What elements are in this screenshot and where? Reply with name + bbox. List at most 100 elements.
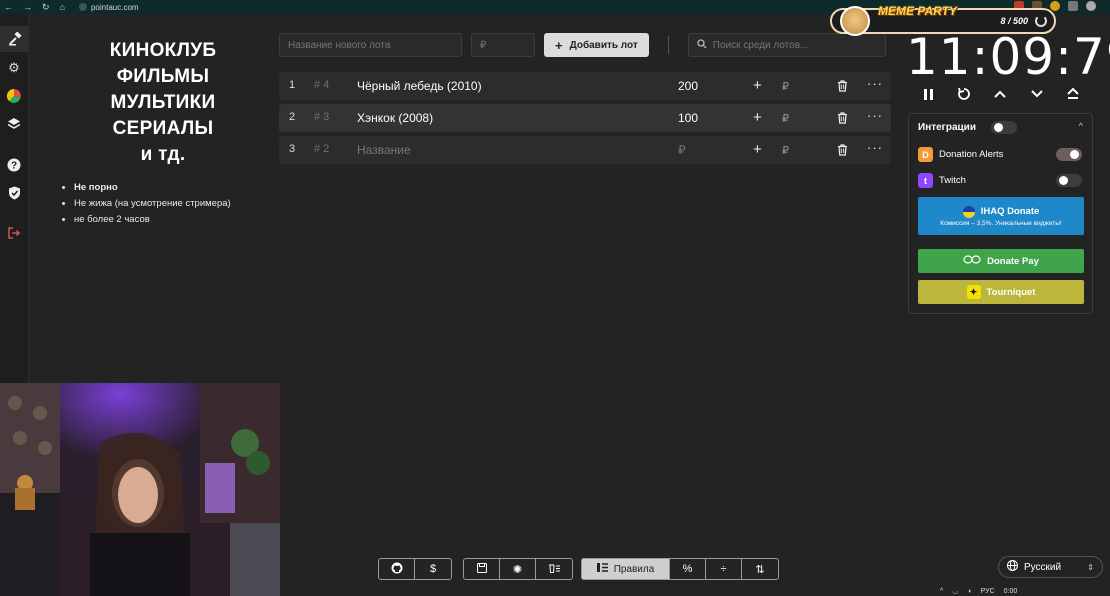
- address-text: pointauc.com: [90, 2, 139, 12]
- help-icon[interactable]: ?: [5, 156, 23, 174]
- new-lot-name-placeholder: Название нового лота: [288, 39, 391, 51]
- forward-icon[interactable]: →: [23, 2, 32, 13]
- new-lot-amount-input[interactable]: ₽: [471, 33, 535, 57]
- lot-row: 2 # 3 Хэнкок (2008) 100 + ₽ ···: [279, 104, 891, 132]
- globe-icon: [1007, 560, 1018, 574]
- tourniquet-button[interactable]: ✦ Tourniquet: [918, 280, 1084, 304]
- divider: [667, 36, 669, 54]
- add-amount-icon[interactable]: +: [753, 77, 762, 94]
- lot-amount[interactable]: 100: [678, 111, 698, 125]
- add-lot-label: Добавить лот: [569, 39, 638, 51]
- chevron-up-icon[interactable]: [992, 86, 1008, 102]
- add-lot-button[interactable]: + Добавить лот: [544, 33, 649, 57]
- language-select[interactable]: Русский ⇕: [998, 556, 1103, 578]
- pause-icon[interactable]: [920, 86, 936, 102]
- split-button[interactable]: ÷: [706, 559, 742, 579]
- lot-row: 3 # 2 Название ₽ + ₽ ···: [279, 136, 891, 164]
- lot-id-tag: # 4: [314, 79, 330, 91]
- back-icon[interactable]: ←: [4, 2, 13, 13]
- lot-name[interactable]: Хэнкок (2008): [357, 111, 433, 125]
- bug-icon: ✺: [512, 563, 523, 576]
- gear-icon[interactable]: ⚙: [5, 59, 23, 77]
- lot-amount[interactable]: 200: [678, 79, 698, 93]
- site-info-icon[interactable]: [78, 3, 87, 11]
- rules-list: Не порно Не жижа (на усмотрение стримера…: [58, 180, 268, 228]
- donation-alerts-toggle[interactable]: [1056, 148, 1082, 161]
- percent-button[interactable]: %: [670, 559, 706, 579]
- sort-button[interactable]: ⇅: [742, 559, 778, 579]
- dollar-icon: $: [429, 563, 437, 575]
- extension-icon[interactable]: [1050, 1, 1060, 11]
- report-bug-button[interactable]: ✺: [500, 559, 536, 579]
- clear-lots-button[interactable]: [536, 559, 572, 579]
- meme-party-title: MEME PARTY: [878, 4, 957, 18]
- lot-extra-amount-input[interactable]: ₽: [782, 112, 789, 125]
- collapse-chevron-icon[interactable]: ^: [1079, 121, 1083, 131]
- home-icon[interactable]: ⌂: [60, 2, 65, 13]
- ihaq-donate-label: IHAQ Donate: [980, 206, 1040, 217]
- trash-icon[interactable]: [837, 144, 848, 156]
- rules-title-line: ФИЛЬМЫ: [116, 66, 210, 87]
- wheel-icon[interactable]: [5, 87, 23, 105]
- reload-icon[interactable]: ↻: [42, 2, 50, 13]
- more-options-icon[interactable]: ···: [867, 140, 883, 155]
- plus-icon: +: [555, 37, 563, 53]
- github-button[interactable]: [379, 559, 415, 579]
- select-chevron-icon: ⇕: [1087, 562, 1094, 572]
- rules-icon: [596, 563, 608, 575]
- save-icon: [476, 562, 487, 576]
- address-bar[interactable]: pointauc.com: [78, 2, 139, 12]
- rules-list-item: не более 2 часов: [74, 212, 268, 228]
- rules-toggle-button[interactable]: Правила: [582, 559, 670, 579]
- add-amount-icon[interactable]: +: [753, 109, 762, 126]
- double-chevron-up-icon[interactable]: [1065, 86, 1081, 102]
- speaker-icon[interactable]: ◖: [967, 588, 971, 595]
- donate-pay-icon: [963, 255, 981, 267]
- rules-title-line: КИНОКЛУБ: [109, 40, 217, 61]
- new-lot-bar: Название нового лота ₽ + Добавить лот По…: [279, 33, 886, 57]
- integration-twitch: t Twitch: [918, 173, 966, 188]
- tray-clock[interactable]: 0:00: [1004, 588, 1018, 595]
- save-button[interactable]: [464, 559, 500, 579]
- lots-list: 1 # 4 Чёрный лебедь (2010) 200 + ₽ ··· 2…: [279, 72, 891, 168]
- trash-icon[interactable]: [837, 80, 848, 92]
- auction-hammer-icon[interactable]: [0, 26, 29, 52]
- trash-icon[interactable]: [837, 112, 848, 124]
- auction-timer: 11:09:79: [906, 28, 1110, 86]
- network-icon[interactable]: ◡: [952, 587, 958, 595]
- lot-extra-amount-input[interactable]: ₽: [782, 80, 789, 93]
- keyboard-language[interactable]: РУС: [981, 588, 995, 595]
- lot-amount-input[interactable]: ₽: [678, 143, 686, 157]
- donate-pay-label: Donate Pay: [987, 255, 1039, 267]
- more-options-icon[interactable]: ···: [867, 76, 883, 91]
- ihaq-donate-subtitle: Комиссия – 3,5%. Уникальные виджеты!: [940, 219, 1062, 227]
- tray-chevron-icon[interactable]: ^: [940, 588, 943, 595]
- twitch-toggle[interactable]: [1056, 174, 1082, 187]
- ihaq-donate-button[interactable]: IHAQ Donate Комиссия – 3,5%. Уникальные …: [918, 197, 1084, 235]
- profile-avatar-icon[interactable]: [1086, 1, 1096, 11]
- lot-search-input[interactable]: Поиск среди лотов...: [687, 33, 886, 57]
- more-options-icon[interactable]: ···: [867, 108, 883, 123]
- rules-toggle-label: Правила: [613, 563, 655, 575]
- reset-timer-icon[interactable]: [956, 86, 972, 102]
- meme-party-counter: 8 / 500: [1000, 16, 1028, 26]
- add-amount-icon[interactable]: +: [753, 141, 762, 158]
- lot-row: 1 # 4 Чёрный лебедь (2010) 200 + ₽ ···: [279, 72, 891, 100]
- logout-icon[interactable]: [5, 224, 23, 242]
- github-icon: [391, 562, 403, 577]
- donate-pay-button[interactable]: Donate Pay: [918, 249, 1084, 273]
- donate-button[interactable]: $: [415, 559, 451, 579]
- integrations-master-toggle[interactable]: [991, 121, 1017, 134]
- extension-icon[interactable]: [1068, 1, 1078, 11]
- chevron-down-icon[interactable]: [1029, 86, 1045, 102]
- shield-icon[interactable]: [5, 184, 23, 202]
- layers-icon[interactable]: [5, 115, 23, 133]
- lot-name[interactable]: Чёрный лебедь (2010): [357, 79, 482, 93]
- trash-list-icon: [548, 563, 560, 576]
- donation-alerts-icon: D: [918, 147, 933, 162]
- lot-index: 2: [289, 111, 296, 123]
- ihaq-logo-icon: [962, 205, 975, 218]
- new-lot-name-input[interactable]: Название нового лота: [279, 33, 462, 57]
- lot-extra-amount-input[interactable]: ₽: [782, 144, 789, 157]
- lot-name-input[interactable]: Название: [357, 143, 411, 157]
